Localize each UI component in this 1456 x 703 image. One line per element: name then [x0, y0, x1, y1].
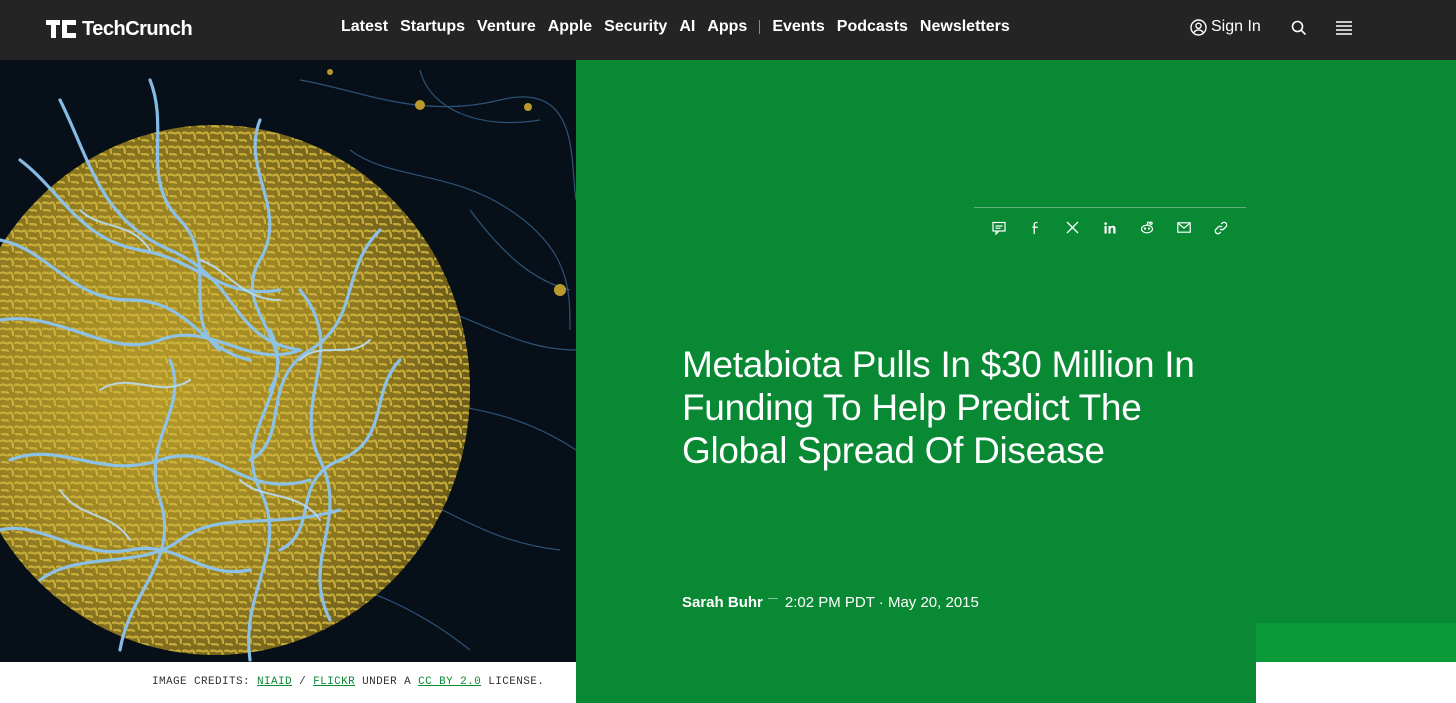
menu-icon: [1335, 20, 1353, 36]
nav-podcasts[interactable]: Podcasts: [837, 18, 908, 36]
virus-micrograph-image: [0, 60, 576, 662]
facebook-icon[interactable]: [1028, 220, 1044, 236]
nav-latest[interactable]: Latest: [341, 18, 388, 36]
nav-events[interactable]: Events: [772, 18, 824, 36]
credit-link-niaid[interactable]: NIAID: [257, 676, 292, 688]
search-button[interactable]: [1291, 20, 1309, 38]
email-icon[interactable]: [1176, 220, 1192, 236]
tc-logo-mark: [46, 20, 76, 38]
main-nav: Latest Startups Venture Apple Security A…: [341, 18, 1022, 36]
share-bar: [974, 207, 1246, 247]
x-icon[interactable]: [1065, 220, 1081, 236]
search-icon: [1291, 20, 1309, 36]
menu-button[interactable]: [1335, 20, 1353, 38]
link-icon[interactable]: [1213, 220, 1229, 236]
accent-strip: [1256, 623, 1456, 662]
article-timestamp: 2:02 PM PDT · May 20, 2015: [784, 594, 979, 611]
credits-middle: UNDER A: [362, 676, 412, 688]
nav-ai[interactable]: AI: [679, 18, 695, 36]
nav-venture[interactable]: Venture: [477, 18, 536, 36]
reddit-icon[interactable]: [1139, 220, 1155, 236]
article-byline: Sarah Buhr 2:02 PM PDT · May 20, 2015: [682, 594, 979, 611]
image-credits: IMAGE CREDITS: NIAID / FLICKR UNDER A CC…: [152, 676, 544, 688]
logo-text: TechCrunch: [82, 17, 193, 40]
credits-prefix: IMAGE CREDITS:: [152, 676, 251, 688]
techcrunch-logo[interactable]: TechCrunch: [46, 16, 193, 42]
sign-in-button[interactable]: Sign In: [1190, 18, 1261, 36]
nav-divider: [759, 20, 761, 34]
credits-slash: /: [299, 676, 307, 688]
license-link[interactable]: CC BY 2.0: [418, 676, 481, 688]
nav-newsletters[interactable]: Newsletters: [920, 18, 1010, 36]
author-link[interactable]: Sarah Buhr: [682, 594, 763, 611]
article-header-panel-extension: [576, 662, 1256, 703]
comment-icon[interactable]: [991, 220, 1007, 236]
byline-divider: [767, 598, 778, 599]
article-title: Metabiota Pulls In $30 Million In Fundin…: [682, 344, 1195, 471]
credit-link-flickr[interactable]: FLICKR: [313, 676, 355, 688]
linkedin-icon[interactable]: [1102, 220, 1118, 236]
credits-suffix: LICENSE.: [488, 676, 545, 688]
top-nav-bar: TechCrunch Latest Startups Venture Apple…: [0, 0, 1456, 60]
sign-in-label: Sign In: [1211, 18, 1261, 35]
hero-image: [0, 60, 576, 662]
user-icon: [1190, 18, 1207, 36]
nav-apple[interactable]: Apple: [548, 18, 592, 36]
nav-startups[interactable]: Startups: [400, 18, 465, 36]
nav-apps[interactable]: Apps: [707, 18, 747, 36]
nav-security[interactable]: Security: [604, 18, 667, 36]
